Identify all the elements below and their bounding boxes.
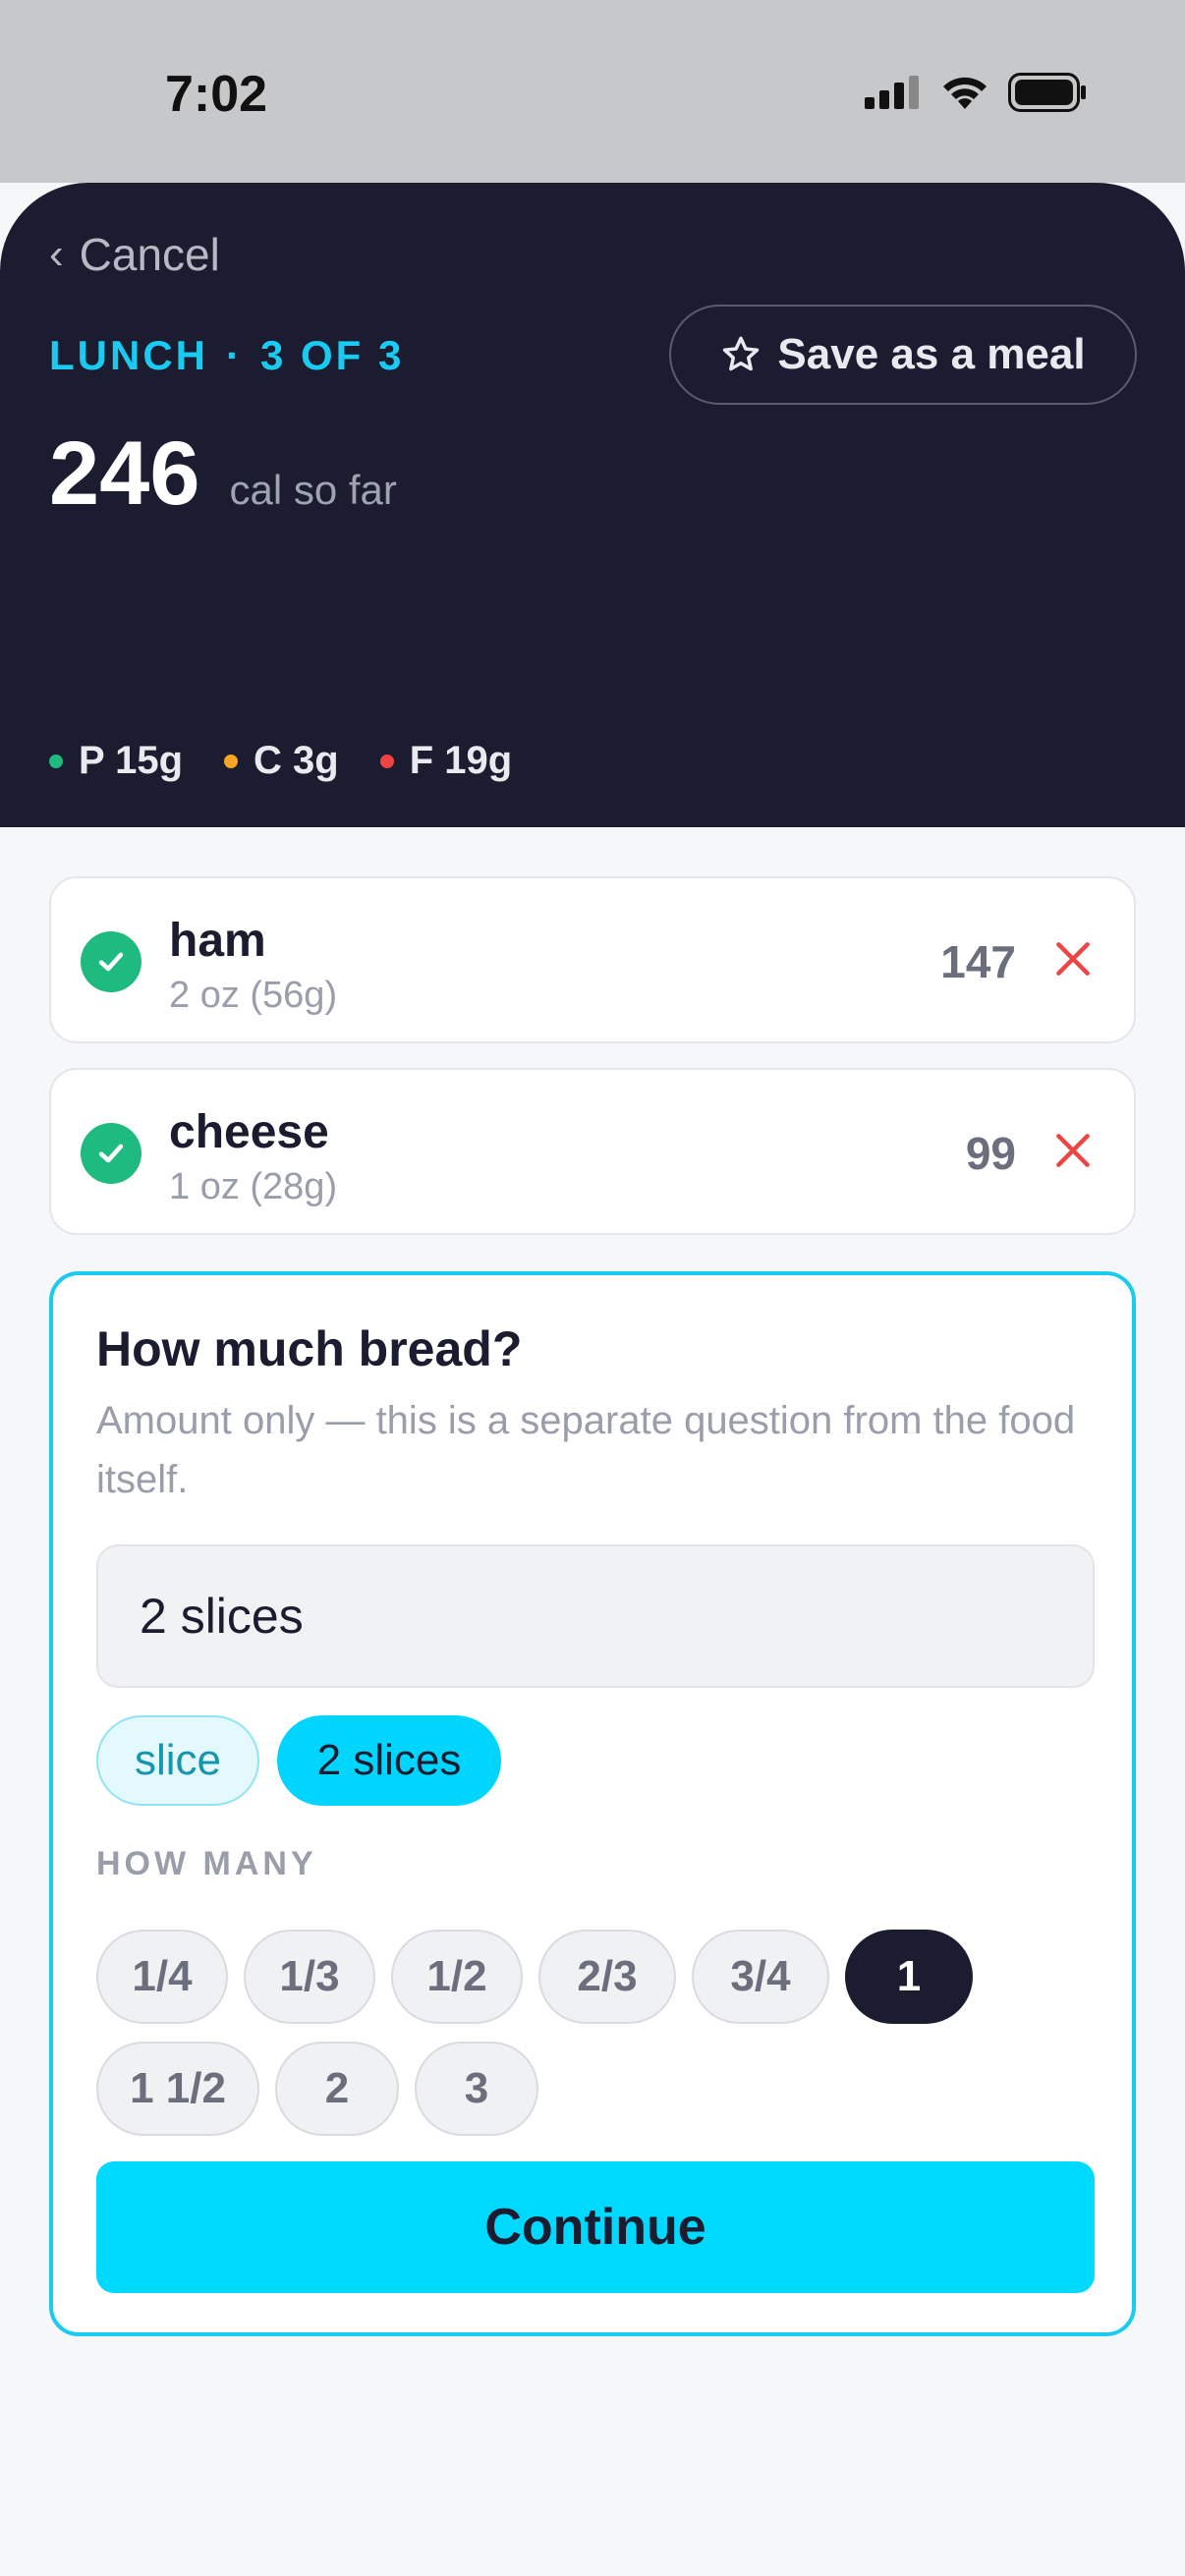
- fat-label: F 19g: [409, 739, 513, 782]
- meal-step-label: LUNCH · 3 OF 3: [49, 332, 404, 379]
- remove-icon[interactable]: [1051, 937, 1095, 980]
- food-calories: 147: [940, 936, 1016, 987]
- status-icons: [865, 73, 1087, 112]
- calorie-summary: 246 cal so far: [49, 422, 397, 526]
- meal-separator: ·: [225, 332, 243, 378]
- quantity-3[interactable]: 3: [415, 2042, 538, 2136]
- check-icon: [81, 1123, 141, 1184]
- unit-chip-slice[interactable]: slice: [96, 1715, 259, 1806]
- status-time: 7:02: [165, 66, 268, 123]
- quantity-1-1-2[interactable]: 1 1/2: [96, 2042, 259, 2136]
- fat-dot: [379, 754, 394, 768]
- meal-name: LUNCH: [49, 332, 208, 378]
- meal-step: 3 OF 3: [259, 332, 405, 378]
- wifi-icon: [943, 77, 987, 109]
- macro-fat: F 19g: [379, 739, 513, 783]
- quantity-2-3[interactable]: 2/3: [538, 1930, 676, 2024]
- question-title: How much bread?: [96, 1321, 523, 1376]
- macro-summary: P 15g C 3g F 19g: [49, 739, 512, 783]
- quantity-1-3[interactable]: 1/3: [244, 1930, 375, 2024]
- quantity-1[interactable]: 1: [845, 1930, 973, 2024]
- question-help-text: Amount only — this is a separate questio…: [96, 1399, 1076, 1501]
- food-name: cheese: [169, 1106, 329, 1158]
- signal-icon: [865, 76, 919, 109]
- chevron-left-icon: ‹: [49, 230, 64, 278]
- cancel-button[interactable]: ‹ Cancel: [49, 228, 220, 281]
- quantity-2[interactable]: 2: [275, 2042, 399, 2136]
- how-many-label: HOW MANY: [96, 1845, 317, 1882]
- quantity-3-4[interactable]: 3/4: [692, 1930, 829, 2024]
- calorie-label: cal so far: [229, 467, 397, 513]
- calorie-total: 246: [49, 423, 200, 524]
- protein-label: P 15g: [79, 739, 183, 782]
- carbs-dot: [224, 754, 238, 768]
- food-item-ham: ham 2 oz (56g) 147: [49, 876, 1136, 1043]
- food-calories: 99: [965, 1128, 1016, 1179]
- check-icon: [81, 931, 141, 992]
- save-as-meal-button[interactable]: Save as a meal: [669, 305, 1137, 405]
- macro-protein: P 15g: [49, 739, 183, 783]
- bread-amount-card: How much bread? Amount only — this is a …: [49, 1271, 1136, 2336]
- battery-icon: [1008, 73, 1086, 112]
- star-icon: [723, 336, 760, 371]
- quantity-1-4[interactable]: 1/4: [96, 1930, 228, 2024]
- amount-input[interactable]: 2 slices: [96, 1544, 1095, 1688]
- food-name: ham: [169, 915, 266, 967]
- food-item-cheese: cheese 1 oz (28g) 99: [49, 1068, 1136, 1235]
- protein-dot: [49, 754, 63, 768]
- unit-chip-2-slices[interactable]: 2 slices: [277, 1715, 501, 1806]
- status-bar: 7:02: [0, 0, 1185, 183]
- quantity-1-2[interactable]: 1/2: [391, 1930, 523, 2024]
- save-as-meal-label: Save as a meal: [777, 330, 1086, 378]
- food-portion: 2 oz (56g): [169, 975, 338, 1016]
- remove-icon[interactable]: [1051, 1129, 1095, 1172]
- food-portion: 1 oz (28g): [169, 1166, 338, 1207]
- cancel-label: Cancel: [79, 229, 220, 280]
- macro-carbs: C 3g: [224, 739, 339, 783]
- carbs-label: C 3g: [254, 739, 339, 782]
- continue-button[interactable]: Continue: [96, 2161, 1095, 2293]
